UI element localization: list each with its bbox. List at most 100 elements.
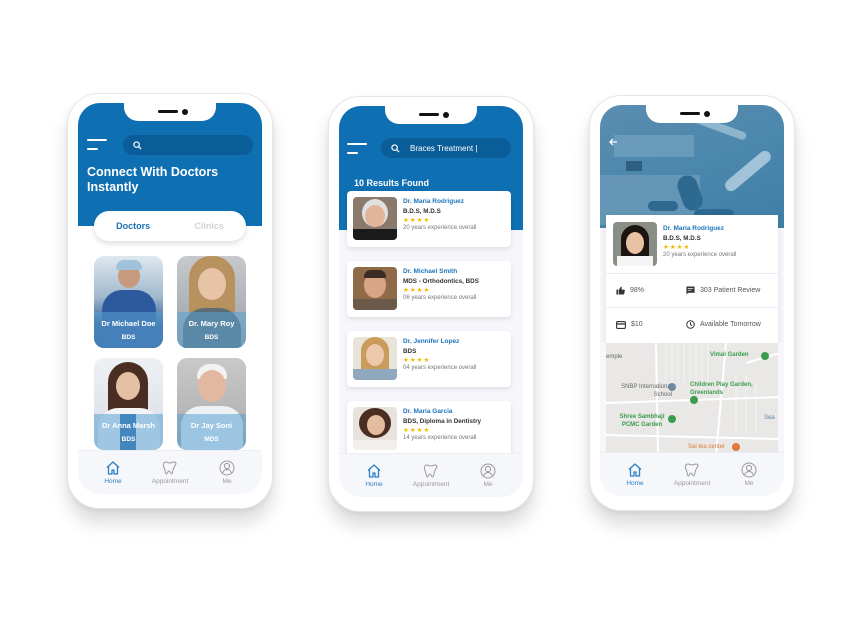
tab-label: Me: [483, 481, 493, 488]
doctor-avatar: [353, 407, 397, 450]
doctor-name: Dr Jay Soni: [190, 421, 233, 430]
back-arrow-icon[interactable]: [608, 137, 618, 147]
rating-stars: ★★★★: [403, 427, 431, 434]
result-card[interactable]: Dr. Jennifer Lopez BDS ★★★★ 04 years exp…: [347, 331, 511, 387]
home-icon: [367, 464, 381, 478]
doctor-caption: Dr. Mary Roy BDS: [177, 312, 246, 348]
doctor-name[interactable]: Dr. Maria Garcia: [403, 408, 481, 415]
map-pin-icon: [668, 383, 676, 391]
home-screen: Connect With Doctors Instantly Doctors C…: [78, 103, 262, 494]
tooth-icon: [423, 464, 438, 478]
doctor-name[interactable]: Dr. Michael Smith: [403, 268, 479, 275]
doctor-caption: Dr Anna Marsh BDS: [94, 414, 163, 450]
map-pin-icon: [690, 396, 698, 404]
notch: [385, 106, 477, 124]
consultation-fee: $10: [616, 320, 643, 329]
tab-label: Home: [626, 480, 644, 487]
phone-search: Braces Treatment | 10 Results Found Dr. …: [328, 96, 534, 512]
map-label: Sai tea center: [688, 444, 726, 450]
home-icon: [628, 463, 642, 477]
profile-icon: [741, 462, 757, 478]
doctor-card[interactable]: Dr Michael Doe BDS: [94, 256, 163, 348]
bottom-tab-bar: Home Appointment Me: [78, 450, 262, 494]
availability[interactable]: Available Tomorrow: [686, 320, 761, 329]
tab-appointment[interactable]: Appointment: [667, 453, 717, 496]
notch: [124, 103, 216, 121]
doctor-degree: BDS: [121, 436, 136, 443]
doctor-avatar: [613, 222, 657, 266]
location-map[interactable]: emple Vimal Garden SNBP International Sc…: [606, 343, 778, 455]
doctor-card[interactable]: Dr. Mary Roy BDS: [177, 256, 246, 348]
notch: [646, 105, 738, 123]
map-label: Shree Sambhaji PCMC Garden: [619, 414, 665, 428]
result-card[interactable]: Dr. Maria Garcia BDS, Diploma in Dentist…: [347, 401, 511, 457]
search-text: Braces Treatment |: [410, 143, 478, 153]
page-title: Connect With Doctors Instantly: [87, 165, 219, 194]
doctor-degree: B.D.S, M.D.S: [663, 235, 701, 242]
approval-rate: 98%: [616, 286, 644, 295]
result-card[interactable]: Dr. Maria Rodriguez B.D.S, M.D.S ★★★★ 20…: [347, 191, 511, 247]
phone-detail: Dr. Maria Rodriguez B.D.S, M.D.S ★★★★ 20…: [589, 95, 795, 511]
menu-icon[interactable]: [87, 137, 107, 151]
thumbs-up-icon: [616, 286, 625, 295]
availability-value: Available Tomorrow: [700, 321, 761, 328]
map-label: emple: [606, 354, 623, 360]
doctor-avatar: [353, 267, 397, 310]
stats-row: 98% 303 Patient Review: [606, 273, 778, 307]
map-pin-icon: [761, 352, 769, 360]
patient-reviews[interactable]: 303 Patient Review: [686, 286, 760, 295]
doctor-experience: 14 years experience overall: [403, 435, 477, 441]
tab-home[interactable]: Home: [88, 451, 138, 494]
search-icon: [133, 140, 142, 150]
doctor-caption: Dr Michael Doe BDS: [94, 312, 163, 348]
doctor-name: Dr Michael Doe: [101, 319, 156, 328]
tab-label: Appointment: [151, 478, 189, 485]
tab-doctors[interactable]: Doctors: [116, 221, 150, 231]
tooth-icon: [684, 463, 699, 477]
rating-stars: ★★★★: [403, 217, 431, 224]
tab-me[interactable]: Me: [463, 454, 513, 497]
rating-stars: ★★★★: [663, 244, 691, 251]
results-count: 10 Results Found: [354, 178, 430, 188]
doctor-name[interactable]: Dr. Maria Rodriguez: [403, 198, 476, 205]
menu-icon[interactable]: [347, 141, 367, 155]
profile-icon: [219, 460, 235, 476]
doctor-card[interactable]: Dr Anna Marsh BDS: [94, 358, 163, 450]
doctor-name[interactable]: Dr. Jennifer Lopez: [403, 338, 476, 345]
tab-appointment[interactable]: Appointment: [145, 451, 195, 494]
tab-clinics[interactable]: Clinics: [194, 221, 224, 231]
profile-icon: [480, 463, 496, 479]
doctor-experience: 04 years experience overall: [403, 365, 477, 371]
doctor-caption: Dr Jay Soni MDS: [177, 414, 246, 450]
tab-home[interactable]: Home: [610, 453, 660, 496]
segment-control: Doctors Clinics: [94, 211, 246, 241]
doctor-experience: 20 years experience overall: [403, 225, 477, 231]
search-input[interactable]: [123, 135, 253, 155]
map-label: Children Play Garden, Greenlands: [690, 382, 753, 396]
tab-me[interactable]: Me: [202, 451, 252, 494]
tab-home[interactable]: Home: [349, 454, 399, 497]
clinic-hero-image: [600, 105, 784, 228]
tooth-icon: [162, 461, 177, 475]
map-pin-icon: [732, 443, 740, 451]
comment-icon: [686, 286, 695, 295]
tab-me[interactable]: Me: [724, 453, 774, 496]
map-label: Sea: [764, 415, 775, 421]
home-icon: [106, 461, 120, 475]
tab-label: Appointment: [673, 480, 711, 487]
doctor-detail-card: Dr. Maria Rodriguez B.D.S, M.D.S ★★★★ 20…: [606, 215, 778, 343]
search-input[interactable]: Braces Treatment |: [381, 138, 511, 158]
doctor-card[interactable]: Dr Jay Soni MDS: [177, 358, 246, 450]
tab-appointment[interactable]: Appointment: [406, 454, 456, 497]
doctor-name: Dr Anna Marsh: [101, 421, 156, 430]
bottom-tab-bar: Home Appointment Me: [600, 452, 784, 496]
approval-value: 98%: [630, 287, 645, 294]
doctor-experience: 06 years experience overall: [403, 295, 477, 301]
doctor-name: Dr. Mary Roy: [188, 319, 235, 328]
doctor-degree: BDS: [403, 348, 417, 355]
result-card[interactable]: Dr. Michael Smith MDS - Orthodontics, BD…: [347, 261, 511, 317]
map-label: Vimal Garden: [710, 352, 749, 358]
rating-stars: ★★★★: [403, 287, 431, 294]
doctor-degree: B.D.S, M.D.S: [403, 208, 441, 215]
reviews-value: 303 Patient Review: [700, 287, 761, 294]
